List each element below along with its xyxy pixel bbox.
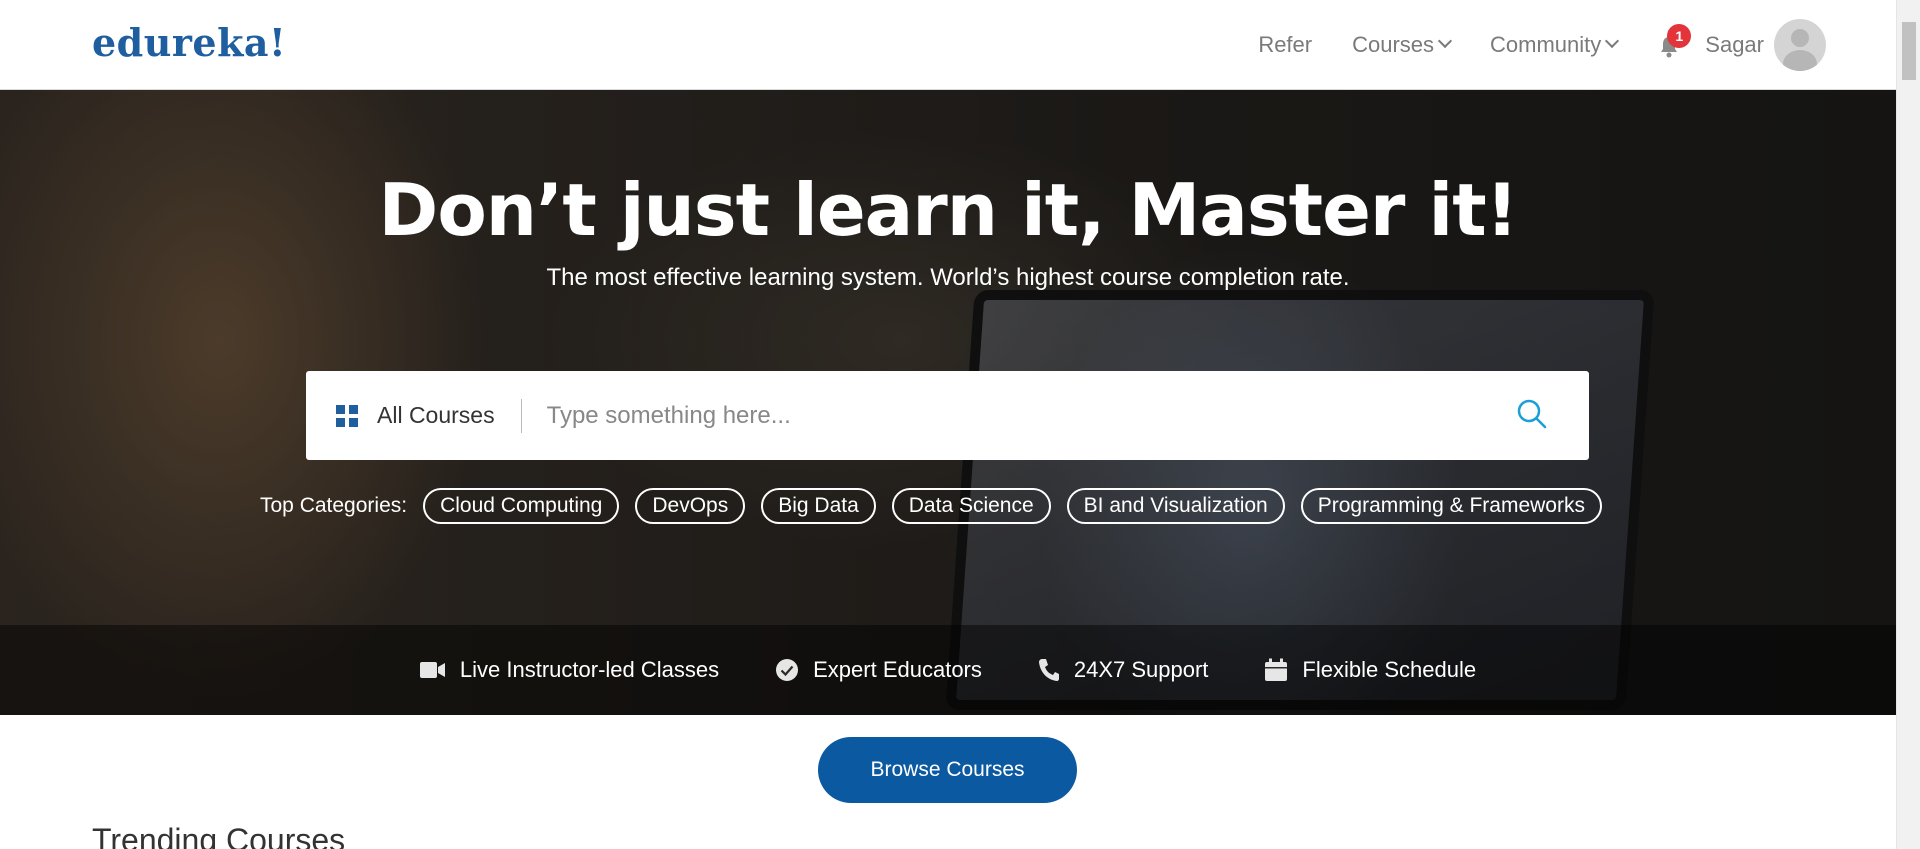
category-chip-programming-frameworks[interactable]: Programming & Frameworks bbox=[1300, 488, 1602, 524]
calendar-icon bbox=[1265, 658, 1288, 681]
phone-icon bbox=[1038, 659, 1059, 681]
category-chip-data-science[interactable]: Data Science bbox=[891, 488, 1051, 524]
user-name[interactable]: Sagar bbox=[1705, 32, 1764, 58]
chevron-down-icon bbox=[1437, 33, 1453, 49]
search-icon bbox=[1517, 399, 1547, 429]
feature-flexible-schedule: Flexible Schedule bbox=[1264, 657, 1476, 683]
all-courses-dropdown[interactable]: All Courses bbox=[377, 402, 495, 429]
nav-courses-label: Courses bbox=[1352, 32, 1435, 57]
feature-live-classes-label: Live Instructor-led Classes bbox=[459, 657, 720, 682]
search-input[interactable] bbox=[546, 401, 1447, 430]
top-categories-label: Top Categories: bbox=[260, 494, 408, 517]
category-chip-big-data[interactable]: Big Data bbox=[761, 488, 876, 524]
hero-subtitle: The most effective learning system. Worl… bbox=[546, 264, 1350, 291]
grid-icon[interactable] bbox=[336, 404, 358, 427]
feature-live-classes: Live Instructor-led Classes bbox=[419, 657, 720, 683]
chevron-down-icon bbox=[1605, 33, 1620, 49]
top-categories: Top Categories: Cloud Computing DevOps B… bbox=[260, 488, 1618, 524]
course-search-bar: All Courses bbox=[306, 371, 1589, 460]
hero-title: Don’t just learn it, Master it! bbox=[378, 168, 1519, 252]
edureka-logo[interactable]: edureka! bbox=[92, 20, 286, 65]
category-chip-cloud-computing[interactable]: Cloud Computing bbox=[423, 488, 620, 524]
avatar-body-shape bbox=[1783, 50, 1817, 71]
notification-count-badge: 1 bbox=[1667, 24, 1692, 48]
feature-expert-educators: Expert Educators bbox=[775, 657, 982, 683]
browse-courses-button[interactable]: Browse Courses bbox=[818, 737, 1077, 803]
category-chip-bi-visualization[interactable]: BI and Visualization bbox=[1066, 488, 1285, 524]
feature-support-label: 24X7 Support bbox=[1073, 657, 1209, 682]
nav-community-dropdown[interactable]: Community bbox=[1490, 32, 1620, 58]
notifications-button[interactable]: 1 bbox=[1657, 24, 1692, 60]
scrollbar-thumb[interactable] bbox=[1902, 22, 1916, 80]
main-nav: Refer Courses Community 1 Sagar bbox=[1218, 0, 1826, 90]
nav-refer-label: Refer bbox=[1258, 32, 1313, 57]
category-chip-devops[interactable]: DevOps bbox=[635, 488, 746, 524]
feature-support: 24X7 Support bbox=[1038, 657, 1209, 683]
search-divider bbox=[520, 398, 522, 433]
user-avatar[interactable] bbox=[1774, 19, 1826, 71]
features-strip: Live Instructor-led Classes Expert Educa… bbox=[0, 625, 1896, 715]
video-camera-icon bbox=[419, 662, 445, 678]
nav-community-label: Community bbox=[1490, 32, 1602, 57]
trending-courses-heading: Trending Courses bbox=[92, 822, 346, 849]
page-scrollbar[interactable] bbox=[1896, 0, 1920, 849]
top-header: edureka! Refer Courses Community 1 Sagar bbox=[0, 0, 1896, 90]
avatar-head-shape bbox=[1791, 29, 1809, 47]
verified-badge-icon bbox=[776, 659, 799, 681]
hero-banner: Don’t just learn it, Master it! The most… bbox=[0, 90, 1896, 715]
feature-expert-educators-label: Expert Educators bbox=[813, 657, 982, 682]
nav-courses-dropdown[interactable]: Courses bbox=[1352, 32, 1453, 58]
search-button[interactable] bbox=[1515, 397, 1549, 431]
feature-flexible-schedule-label: Flexible Schedule bbox=[1302, 657, 1477, 682]
nav-refer[interactable]: Refer bbox=[1258, 32, 1312, 58]
